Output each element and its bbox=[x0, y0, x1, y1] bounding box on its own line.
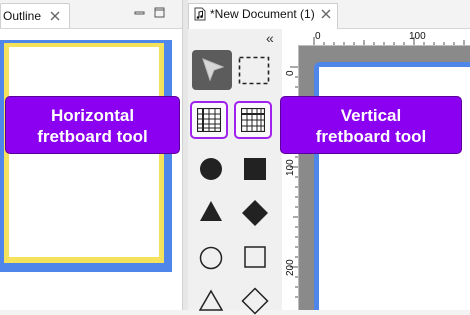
filled-diamond-tool[interactable] bbox=[241, 199, 269, 227]
close-icon[interactable] bbox=[320, 8, 332, 20]
select-tool[interactable] bbox=[192, 50, 232, 90]
document-tab-label: *New Document (1) bbox=[210, 7, 315, 21]
ruler-label: 100 bbox=[409, 31, 426, 42]
horizontal-fretboard-icon bbox=[197, 108, 221, 132]
ruler-label: 0 bbox=[315, 31, 321, 42]
horizontal-fretboard-tool[interactable] bbox=[190, 101, 228, 139]
vertical-fretboard-callout: Vertical fretboard tool bbox=[280, 96, 462, 154]
minimize-icon[interactable] bbox=[134, 8, 145, 18]
outline-square-tool[interactable] bbox=[244, 246, 266, 268]
close-icon[interactable] bbox=[49, 10, 61, 22]
callout-line: fretboard tool bbox=[315, 127, 427, 146]
ruler-label: 0 bbox=[285, 70, 296, 76]
outline-tab-label: Outline bbox=[3, 9, 42, 23]
horizontal-ruler[interactable] bbox=[282, 29, 470, 46]
outline-circle-tool[interactable] bbox=[199, 246, 223, 270]
music-document-icon bbox=[194, 7, 206, 21]
ruler-label: 200 bbox=[285, 259, 296, 276]
ruler-label: 100 bbox=[285, 159, 296, 176]
maximize-icon[interactable] bbox=[154, 7, 165, 18]
arrow-pointer-icon bbox=[202, 58, 225, 82]
callout-line: Horizontal bbox=[50, 106, 135, 125]
outline-diamond-tool[interactable] bbox=[241, 287, 269, 315]
callout-line: Vertical bbox=[340, 106, 402, 125]
collapse-palette-icon[interactable]: « bbox=[266, 30, 274, 46]
filled-triangle-tool[interactable] bbox=[199, 200, 223, 222]
horizontal-ruler-ticks bbox=[313, 37, 465, 45]
vertical-fretboard-icon bbox=[241, 108, 265, 132]
marquee-tool[interactable] bbox=[238, 56, 270, 85]
filled-circle-tool[interactable] bbox=[199, 157, 223, 181]
vertical-fretboard-tool[interactable] bbox=[234, 101, 272, 139]
outline-triangle-tool[interactable] bbox=[199, 289, 223, 311]
tab-outline[interactable]: Outline bbox=[0, 3, 70, 28]
callout-line: fretboard tool bbox=[37, 127, 148, 146]
filled-square-tool[interactable] bbox=[244, 158, 266, 180]
horizontal-fretboard-callout: Horizontal fretboard tool bbox=[5, 96, 180, 154]
